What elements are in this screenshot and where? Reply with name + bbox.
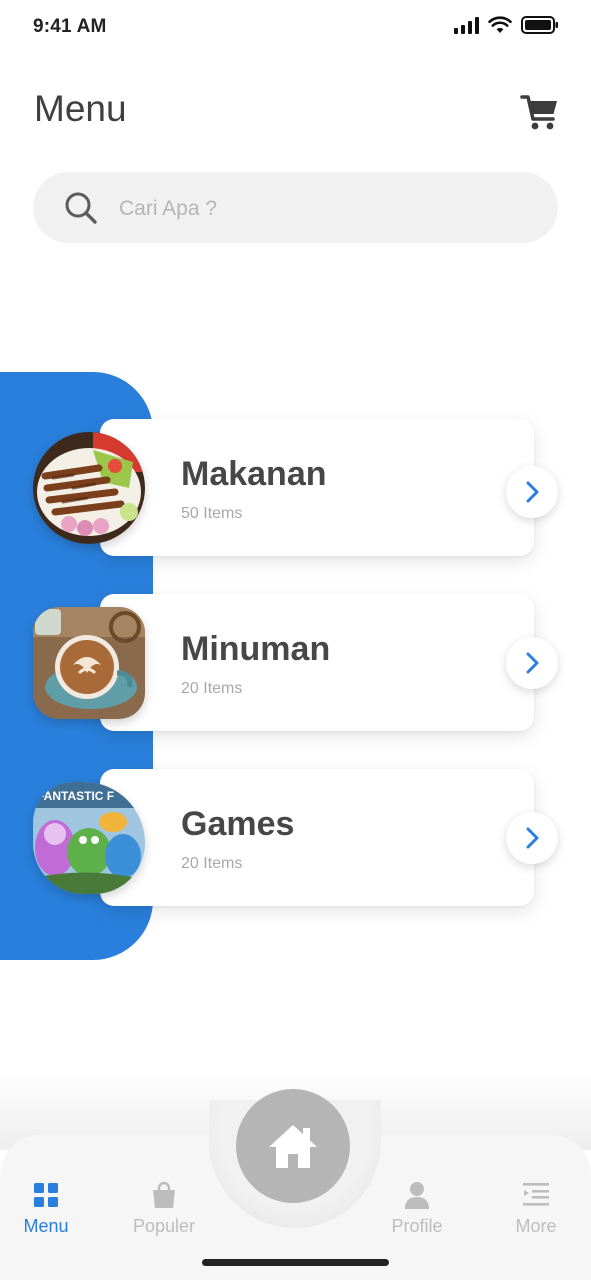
- category-image-makanan: [33, 432, 145, 544]
- status-time: 9:41 AM: [33, 16, 107, 37]
- category-count: 20 Items: [181, 680, 243, 697]
- nav-label: Populer: [132, 1216, 196, 1236]
- nav-label: Profile: [391, 1216, 443, 1236]
- open-category-button[interactable]: [506, 637, 558, 689]
- category-title: Minuman: [181, 630, 331, 668]
- nav-item-menu[interactable]: Menu: [0, 1180, 101, 1237]
- chevron-right-icon: [526, 481, 539, 503]
- nav-label: More: [515, 1216, 557, 1236]
- cart-icon: [520, 95, 557, 130]
- signal-icon: [454, 16, 479, 34]
- search-bar[interactable]: [33, 172, 558, 245]
- category-card-makanan[interactable]: Makanan 50 Items: [100, 419, 534, 556]
- battery-icon: [521, 16, 558, 34]
- category-title: Makanan: [181, 455, 327, 493]
- category-count: 20 Items: [181, 855, 243, 872]
- home-button[interactable]: [236, 1089, 350, 1203]
- chevron-right-icon: [526, 827, 539, 849]
- user-icon: [405, 1182, 429, 1209]
- home-icon: [269, 1125, 317, 1168]
- grid-icon: [34, 1183, 58, 1207]
- wifi-icon: [488, 16, 512, 33]
- category-card-minuman[interactable]: Minuman 20 Items: [100, 594, 534, 731]
- status-bar: 9:41 AM: [0, 0, 591, 56]
- bag-icon: [153, 1181, 175, 1208]
- category-count: 50 Items: [181, 505, 243, 522]
- home-indicator: [202, 1259, 389, 1266]
- nav-item-populer[interactable]: Populer: [109, 1180, 219, 1237]
- open-category-button[interactable]: [506, 812, 558, 864]
- chevron-right-icon: [526, 652, 539, 674]
- category-title: Games: [181, 805, 295, 843]
- nav-item-more[interactable]: More: [481, 1180, 591, 1237]
- open-category-button[interactable]: [506, 466, 558, 518]
- category-image-minuman: [33, 607, 145, 719]
- category-card-games[interactable]: Games 20 Items: [100, 769, 534, 906]
- status-icons: [454, 15, 559, 35]
- svg-text:FANTASTIC F: FANTASTIC F: [37, 789, 114, 803]
- cart-button[interactable]: [520, 92, 560, 132]
- nav-item-profile[interactable]: Profile: [362, 1180, 472, 1237]
- list-icon: [523, 1183, 549, 1206]
- page-title: Menu: [34, 88, 127, 129]
- search-input[interactable]: [117, 172, 521, 245]
- nav-label: Menu: [23, 1216, 69, 1236]
- search-icon: [65, 192, 97, 224]
